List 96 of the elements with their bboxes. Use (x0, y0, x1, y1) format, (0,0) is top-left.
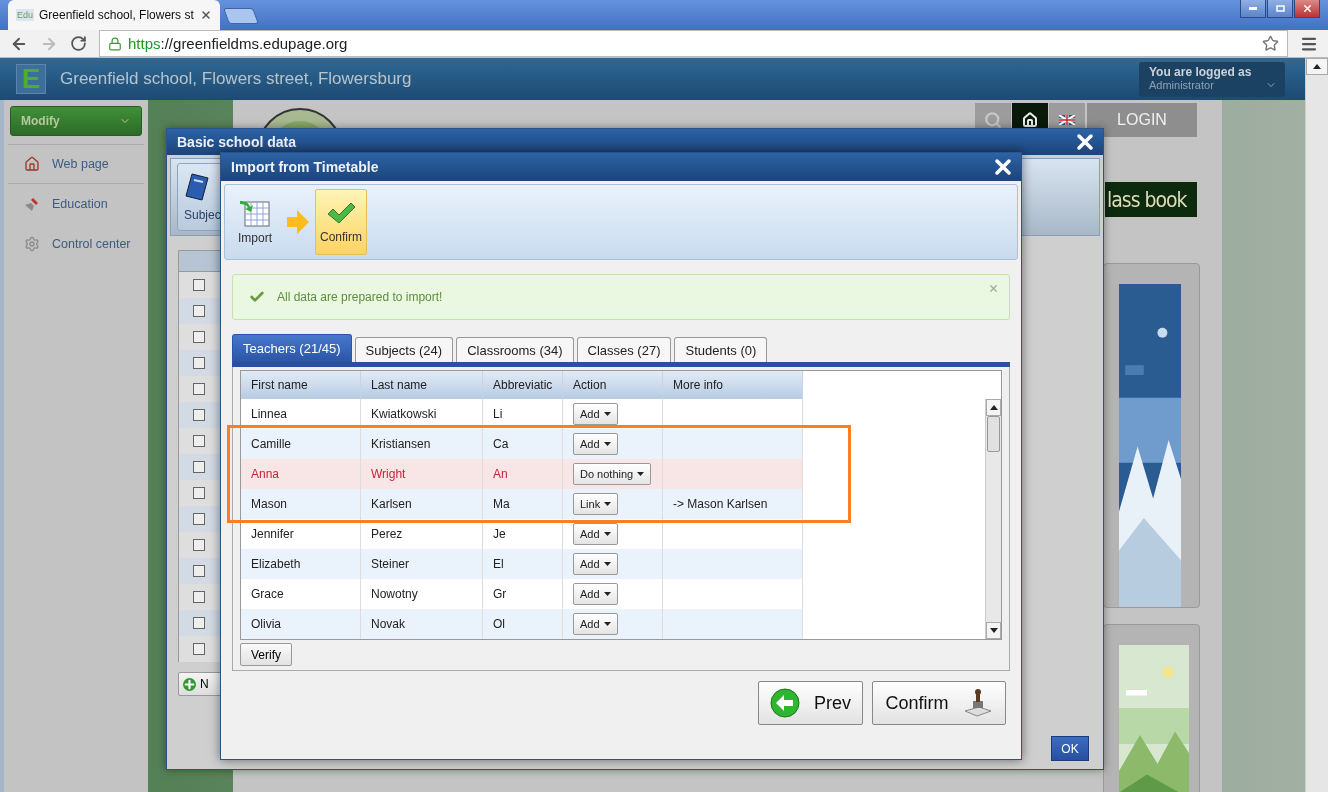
flag-icon (1059, 115, 1075, 125)
checkbox[interactable] (193, 383, 205, 395)
down-arrow-icon[interactable] (989, 628, 998, 633)
tool-icon (24, 196, 40, 212)
caret-icon (637, 472, 645, 476)
action-dropdown[interactable]: Link (573, 493, 619, 515)
caret-icon (603, 622, 611, 626)
minimize-icon (1249, 7, 1257, 10)
close-icon[interactable] (200, 9, 212, 21)
action-dropdown[interactable]: Add (573, 613, 618, 635)
checkbox[interactable] (193, 305, 205, 317)
house-icon (24, 156, 40, 172)
up-arrow-icon[interactable] (1313, 64, 1321, 69)
action-dropdown[interactable]: Add (573, 583, 618, 605)
action-dropdown[interactable]: Add (573, 523, 618, 545)
caret-icon (603, 532, 611, 536)
scrollbar[interactable] (1305, 58, 1328, 792)
up-arrow-icon[interactable] (989, 405, 998, 410)
action-dropdown[interactable]: Do nothing (573, 463, 652, 485)
table-cell: Wright (361, 459, 483, 489)
close-button[interactable] (1294, 0, 1320, 18)
sidebar-item[interactable]: Education (8, 184, 144, 224)
column-header[interactable]: Action (563, 371, 663, 399)
check-icon (249, 289, 265, 305)
checkbox[interactable] (193, 539, 205, 551)
favicon: Edu (16, 9, 34, 21)
site-title: Greenfield school, Flowers street, Flowersburg (60, 69, 413, 89)
address-field[interactable]: https://greenfieldms.edupage.org (99, 30, 1288, 57)
checkbox[interactable] (193, 435, 205, 447)
verify-button[interactable]: Verify (240, 643, 292, 666)
new-tab-button[interactable] (223, 8, 259, 24)
column-header[interactable]: Last name (361, 371, 483, 399)
table-cell: Anna (241, 459, 361, 489)
book-icon (184, 172, 210, 202)
checkbox[interactable] (193, 461, 205, 473)
confirm-button[interactable]: Confirm (872, 681, 1006, 725)
user-menu[interactable]: You are logged as Administrator (1139, 61, 1285, 97)
url-text: https://greenfieldms.edupage.org (128, 35, 348, 52)
settings-icon (24, 236, 40, 252)
action-dropdown[interactable]: Add (573, 433, 618, 455)
table-cell: Novak (361, 609, 483, 639)
scroll-thumb[interactable] (987, 416, 1000, 452)
tab-title: Greenfield school, Flowers st (39, 8, 195, 22)
checkbox[interactable] (193, 279, 205, 291)
close-icon (1301, 3, 1313, 14)
column-header[interactable]: More info (663, 371, 803, 399)
house-icon (1022, 112, 1038, 128)
tab[interactable]: Classrooms (34) (456, 337, 574, 362)
action-dropdown[interactable]: Add (573, 553, 618, 575)
maximize-icon (1275, 5, 1285, 12)
checkbox[interactable] (193, 331, 205, 343)
back-icon (770, 688, 800, 718)
column-header[interactable]: Abbreviatic (483, 371, 563, 399)
maximize-button[interactable] (1267, 0, 1293, 18)
plus-icon (183, 677, 196, 691)
dialog-title: Basic school data (177, 134, 297, 150)
class-book-link[interactable]: lass book (1105, 182, 1197, 217)
caret-icon (603, 562, 611, 566)
checkbox[interactable] (193, 643, 205, 655)
browser-tab[interactable]: Edu Greenfield school, Flowers st (8, 0, 220, 30)
table-cell: An (483, 459, 563, 489)
arrow-icon (287, 210, 309, 234)
reload-icon[interactable] (70, 35, 87, 52)
checkbox[interactable] (193, 513, 205, 525)
sidebar-item[interactable]: Control center (8, 224, 144, 264)
checkbox[interactable] (193, 487, 205, 499)
lock-icon (108, 36, 122, 51)
table-cell: Olivia (241, 609, 361, 639)
tab[interactable]: Classes (27) (576, 337, 672, 362)
checkbox[interactable] (193, 357, 205, 369)
tab[interactable]: Subjects (24) (354, 337, 454, 362)
caret-icon (603, 592, 611, 596)
scrollbar[interactable] (985, 399, 1001, 639)
column-header[interactable]: First name (241, 371, 361, 399)
alert-text: All data are prepared to import! (277, 290, 443, 304)
minimize-button[interactable] (1240, 0, 1266, 18)
stamp-icon (962, 689, 993, 717)
checkbox[interactable] (193, 409, 205, 421)
checkbox[interactable] (193, 591, 205, 603)
star-icon[interactable] (1262, 35, 1279, 52)
tab[interactable]: Teachers (21/45) (232, 334, 352, 362)
step-button[interactable]: Confirm (315, 189, 367, 255)
caret-icon (604, 502, 612, 506)
step-button[interactable]: Import (229, 189, 281, 255)
ok-button[interactable]: OK (1051, 736, 1089, 761)
table-icon (240, 199, 270, 227)
prev-button[interactable]: Prev (758, 681, 863, 725)
dialog-title: Import from Timetable (231, 159, 379, 175)
check-icon (326, 200, 356, 226)
tab[interactable]: Students (0) (674, 337, 768, 362)
caret-icon (603, 442, 611, 446)
checkbox[interactable] (193, 617, 205, 629)
table-cell: Ol (483, 609, 563, 639)
caret-icon (603, 412, 611, 416)
checkbox[interactable] (193, 565, 205, 577)
action-dropdown[interactable]: Add (573, 403, 618, 425)
